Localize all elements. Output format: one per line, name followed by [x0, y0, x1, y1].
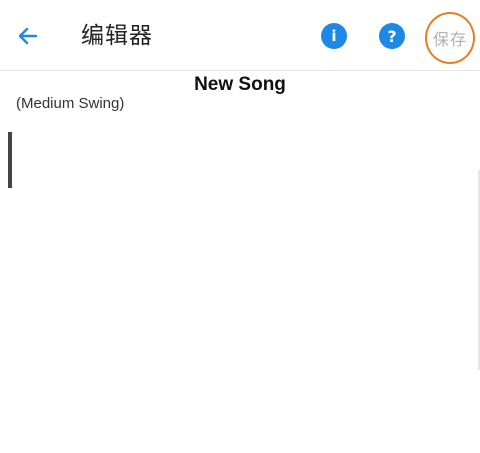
arrow-left-icon [18, 27, 38, 45]
song-style[interactable]: (Medium Swing) [16, 95, 124, 112]
editor-screen: 编辑器 i ? 保存 New Song (Medium Swing) [0, 0, 480, 453]
help-button[interactable]: ? [379, 23, 405, 49]
app-toolbar: 编辑器 i ? 保存 [0, 0, 480, 71]
text-cursor [8, 132, 12, 188]
song-title[interactable]: New Song [0, 74, 480, 96]
info-button[interactable]: i [321, 23, 347, 49]
info-icon: i [331, 27, 337, 45]
page-title: 编辑器 [81, 23, 153, 49]
chord-editor-area[interactable] [0, 118, 480, 453]
help-icon: ? [387, 26, 397, 46]
save-button[interactable]: 保存 [425, 12, 475, 64]
back-button[interactable] [12, 20, 44, 52]
save-button-label: 保存 [432, 30, 467, 49]
